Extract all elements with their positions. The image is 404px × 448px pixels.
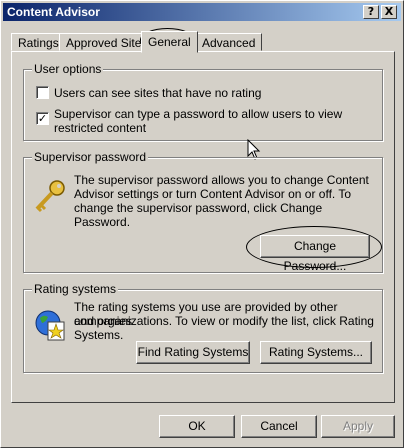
supervisor-desc-line1: The supervisor password allows you to ch…	[74, 173, 369, 187]
check-mark-icon: ✓	[37, 112, 48, 125]
user-options-title: User options	[32, 62, 104, 76]
supervisor-override-label-line2: restricted content	[54, 121, 147, 135]
rating-globe-icon	[35, 310, 65, 341]
title-bar[interactable]: Content Advisor ? X	[3, 3, 401, 21]
supervisor-desc-line2: Advisor settings or turn Content Advisor…	[74, 187, 352, 201]
rating-systems-button[interactable]: Rating Systems...	[260, 341, 372, 364]
tab-general-label: General	[148, 35, 191, 49]
cancel-button[interactable]: Cancel	[241, 415, 317, 438]
supervisor-desc-line3: change the supervisor password, click Ch…	[74, 201, 323, 215]
rating-systems-group: Rating systems The rating systems you us…	[23, 282, 383, 373]
no-rating-label: Users can see sites that have no rating	[54, 86, 262, 100]
supervisor-password-group: Supervisor password The supervisor passw…	[23, 150, 383, 273]
key-icon	[35, 180, 65, 213]
ok-button[interactable]: OK	[159, 415, 235, 438]
window-title: Content Advisor	[7, 5, 100, 19]
tab-advanced[interactable]: Advanced	[195, 33, 263, 51]
change-password-label: Change Password...	[283, 239, 347, 273]
close-icon: X	[384, 5, 394, 18]
cancel-label: Cancel	[260, 419, 298, 433]
tab-ratings-label: Ratings	[18, 36, 59, 50]
change-password-button[interactable]: Change Password...	[260, 235, 370, 273]
tab-approved-sites-label: Approved Sites	[66, 36, 148, 50]
tab-ratings[interactable]: Ratings	[11, 33, 66, 51]
user-options-group: User options Users can see sites that ha…	[23, 62, 383, 141]
tab-advanced-label: Advanced	[202, 36, 256, 50]
supervisor-desc-line4: Password.	[74, 215, 131, 229]
rating-desc-line3: Systems.	[74, 328, 124, 342]
supervisor-override-checkbox[interactable]: ✓	[36, 112, 49, 125]
help-icon: ?	[367, 5, 375, 18]
tab-general[interactable]: General	[141, 31, 198, 53]
no-rating-checkbox[interactable]	[36, 86, 49, 99]
rating-systems-title: Rating systems	[32, 282, 119, 296]
find-rating-systems-label: Find Rating Systems	[137, 345, 249, 359]
ok-label: OK	[188, 419, 206, 433]
content-advisor-dialog: Content Advisor ? X Ratings Approved Sit…	[0, 0, 404, 448]
close-button[interactable]: X	[381, 5, 397, 19]
help-button[interactable]: ?	[363, 5, 379, 19]
rating-desc-line2: and organizations. To view or modify the…	[74, 314, 374, 328]
supervisor-override-label-line1: Supervisor can type a password to allow …	[54, 107, 343, 121]
find-rating-systems-button[interactable]: Find Rating Systems	[136, 341, 250, 364]
apply-button[interactable]: Apply	[321, 415, 395, 438]
rating-systems-label: Rating Systems...	[268, 345, 364, 359]
supervisor-password-title: Supervisor password	[32, 150, 149, 164]
apply-label: Apply	[342, 419, 374, 433]
